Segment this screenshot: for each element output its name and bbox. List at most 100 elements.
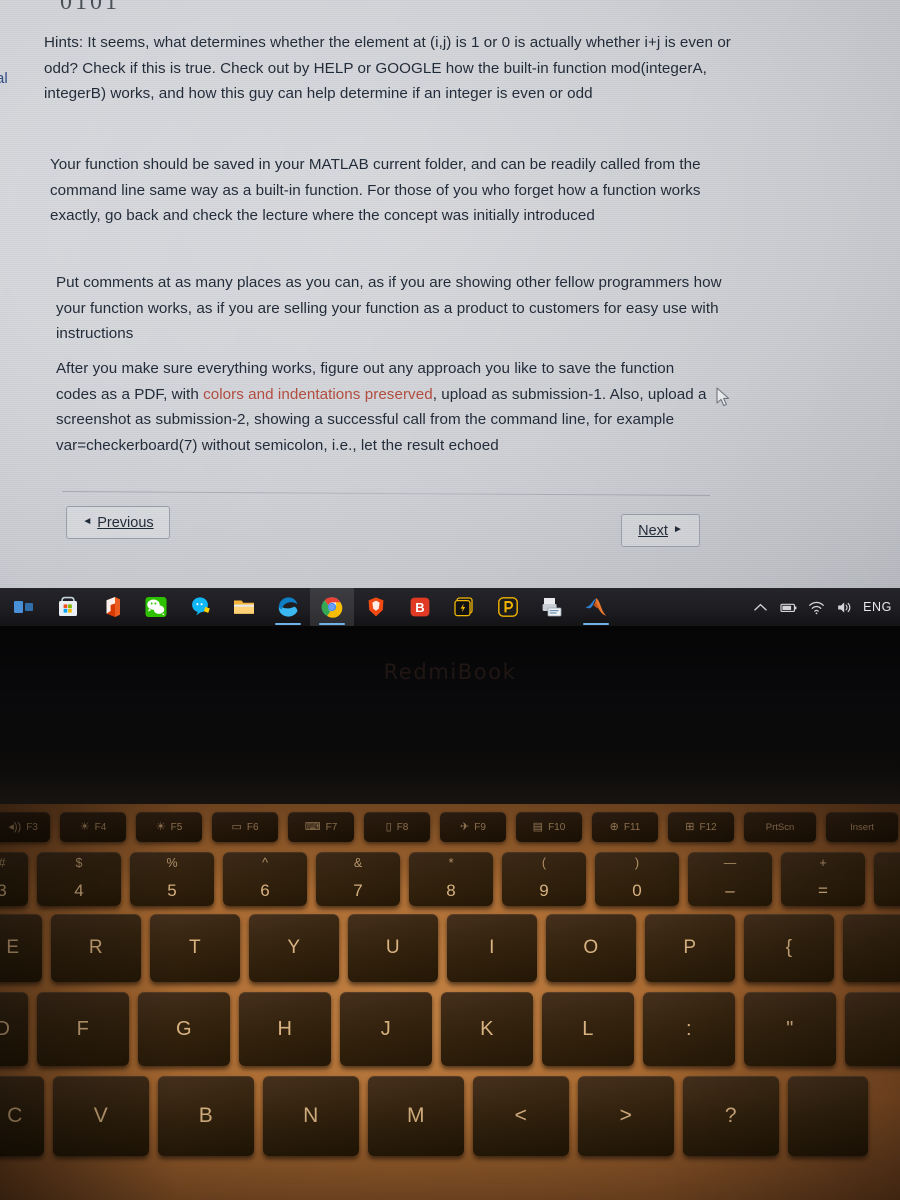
keyboard-key-comma[interactable]: <	[473, 1076, 569, 1156]
keyboard-key-label: L	[582, 1017, 594, 1040]
taskbar-item-matlab[interactable]	[574, 588, 618, 626]
keyboard-key-insert-key[interactable]: Insert	[826, 812, 898, 842]
keyboard-key-8[interactable]: * 8	[409, 852, 493, 906]
keyboard-key-b[interactable]: B	[158, 1076, 254, 1156]
keyboard-key-label: P	[683, 937, 697, 958]
keyboard-key-backspace[interactable]	[874, 852, 900, 906]
taskbar-item-office[interactable]	[90, 588, 134, 626]
keyboard-key-u[interactable]: U	[348, 914, 438, 982]
keyboard-key-airplane-mode-icon[interactable]: ✈ F9	[440, 812, 506, 842]
taskbar-item-file-explorer[interactable]	[222, 588, 266, 626]
pix4d-icon	[498, 597, 518, 617]
keyboard-key-equals[interactable]: + =	[781, 852, 865, 906]
wifi-icon[interactable]	[807, 598, 826, 617]
laptop-screen: 0101 al t Hints: It seems, what determin…	[0, 0, 900, 588]
keyboard-key-g[interactable]: G	[138, 992, 230, 1066]
keyboard-key-t[interactable]: T	[150, 914, 240, 982]
keyboard-key-label: F9	[474, 821, 486, 833]
keyboard-key-i[interactable]: I	[447, 914, 537, 982]
keyboard-key-lower-label: 8	[446, 881, 456, 900]
keyboard-key-d[interactable]: D	[0, 992, 28, 1066]
keyboard-key-h[interactable]: H	[239, 992, 331, 1066]
paragraph-saved-function: Your function should be saved in your MA…	[50, 156, 701, 224]
keyboard-key-0[interactable]: ) 0	[595, 852, 679, 906]
file-explorer-icon	[234, 600, 254, 614]
keyboard-key-shift-right[interactable]	[788, 1076, 868, 1156]
keyboard-key-m[interactable]: M	[368, 1076, 464, 1156]
office-icon	[106, 597, 120, 617]
keyboard-key-brightness-up-icon[interactable]: ☀ F5	[136, 812, 202, 842]
keyboard-key-period[interactable]: >	[578, 1076, 674, 1156]
previous-button[interactable]: ◄ Previous	[66, 506, 170, 539]
chrome-icon	[321, 597, 343, 618]
keyboard-key-lower-label: 0	[632, 881, 642, 900]
keyboard-key-upper-label: —	[723, 856, 737, 870]
cut-off-header-text: 0101	[60, 0, 120, 15]
keyboard-key-display-switch-icon[interactable]: ▭ F6	[212, 812, 278, 842]
taskbar-item-microsoft-store[interactable]	[46, 588, 90, 626]
keyboard-key-r[interactable]: R	[51, 914, 141, 982]
keyboard-key-snip-icon[interactable]: ▤ F10	[516, 812, 582, 842]
keyboard-key-o[interactable]: O	[546, 914, 636, 982]
windows-taskbar: B ENG	[0, 588, 900, 1192]
keyboard-key-minus[interactable]: — –	[688, 852, 772, 906]
keyboard-key-f[interactable]: F	[37, 992, 129, 1066]
keyboard-key-settings-icon[interactable]: ⊕ F11	[592, 812, 658, 842]
keyboard-key-volume-up-icon[interactable]: ◂)) F3	[0, 812, 50, 842]
brightness-up-icon: ☀	[155, 820, 166, 833]
chevron-up-icon[interactable]	[751, 598, 770, 617]
keyboard-key-6[interactable]: ^ 6	[223, 852, 307, 906]
taskbar-item-wechat[interactable]	[134, 588, 178, 626]
keyboard-key-j[interactable]: J	[340, 992, 432, 1066]
qq-icon	[192, 597, 210, 616]
screenshot-root: 0101 al t Hints: It seems, what determin…	[0, 0, 900, 1200]
keyboard-key-brightness-down-icon[interactable]: ☀ F4	[60, 812, 126, 842]
taskbar-item-printer[interactable]	[530, 588, 574, 626]
keyboard-key-c[interactable]: C	[0, 1076, 44, 1156]
keyboard-key-keyboard-backlight-icon[interactable]: ⌨ F7	[288, 812, 354, 842]
keyboard-key-lower-label: 4	[74, 881, 84, 900]
taskbar-item-bitdefender[interactable]: B	[398, 588, 442, 626]
keyboard-key-3[interactable]: #3	[0, 852, 28, 906]
keyboard-key-projector-icon[interactable]: ⊞ F12	[668, 812, 734, 842]
taskbar-item-qq[interactable]	[178, 588, 222, 626]
keyboard-key-label: "	[786, 1017, 794, 1040]
keyboard-key-v[interactable]: V	[53, 1076, 149, 1156]
keyboard-key-5[interactable]: % 5	[130, 852, 214, 906]
next-caret-icon: ►	[672, 523, 683, 535]
printer-icon	[542, 598, 562, 617]
keyboard-key-semicolon[interactable]: :	[643, 992, 735, 1066]
keyboard-key-4[interactable]: $4	[37, 852, 121, 906]
keyboard-key-screen-toggle-icon[interactable]: ▯ F8	[364, 812, 430, 842]
volume-up-icon: ◂))	[6, 820, 22, 833]
keyboard-key-left-bracket[interactable]: {	[744, 914, 834, 982]
keyboard-key-y[interactable]: Y	[249, 914, 339, 982]
keyboard-key-label: V	[93, 1104, 109, 1127]
keyboard-key-slash[interactable]: ?	[683, 1076, 779, 1156]
keyboard-key-l[interactable]: L	[542, 992, 634, 1066]
battery-icon[interactable]	[779, 598, 798, 617]
taskbar-item-pix4d[interactable]	[486, 588, 530, 626]
wechat-icon	[145, 597, 167, 617]
taskbar-item-chrome[interactable]	[310, 588, 354, 626]
keyboard-key-e[interactable]: E	[0, 914, 42, 982]
keyboard-key-9[interactable]: (9	[502, 852, 586, 906]
taskbar-item-brave[interactable]	[354, 588, 398, 626]
taskbar-item-taskview[interactable]	[2, 588, 46, 626]
keyboard-key-print-screen-key[interactable]: PrtScn	[744, 812, 816, 842]
keyboard-key-quote[interactable]: "	[744, 992, 836, 1066]
tray-language-label[interactable]: ENG	[863, 600, 892, 614]
keyboard-key-7[interactable]: & 7	[316, 852, 400, 906]
keyboard-key-k[interactable]: K	[441, 992, 533, 1066]
taskbar-item-flash-app[interactable]	[442, 588, 486, 626]
taskbar-item-edge[interactable]	[266, 588, 310, 626]
next-button[interactable]: Next ►	[621, 514, 700, 547]
keyboard-key-n[interactable]: N	[263, 1076, 359, 1156]
keyboard-key-label: N	[303, 1104, 319, 1127]
keyboard-key-enter[interactable]	[845, 992, 900, 1066]
keyboard-key-right-bracket[interactable]	[843, 914, 900, 982]
keyboard-key-p[interactable]: P	[645, 914, 735, 982]
keyboard-key-lower-label: 6	[260, 881, 270, 900]
cut-off-sidebar-link[interactable]: al	[0, 70, 8, 87]
speaker-icon[interactable]	[835, 598, 854, 617]
